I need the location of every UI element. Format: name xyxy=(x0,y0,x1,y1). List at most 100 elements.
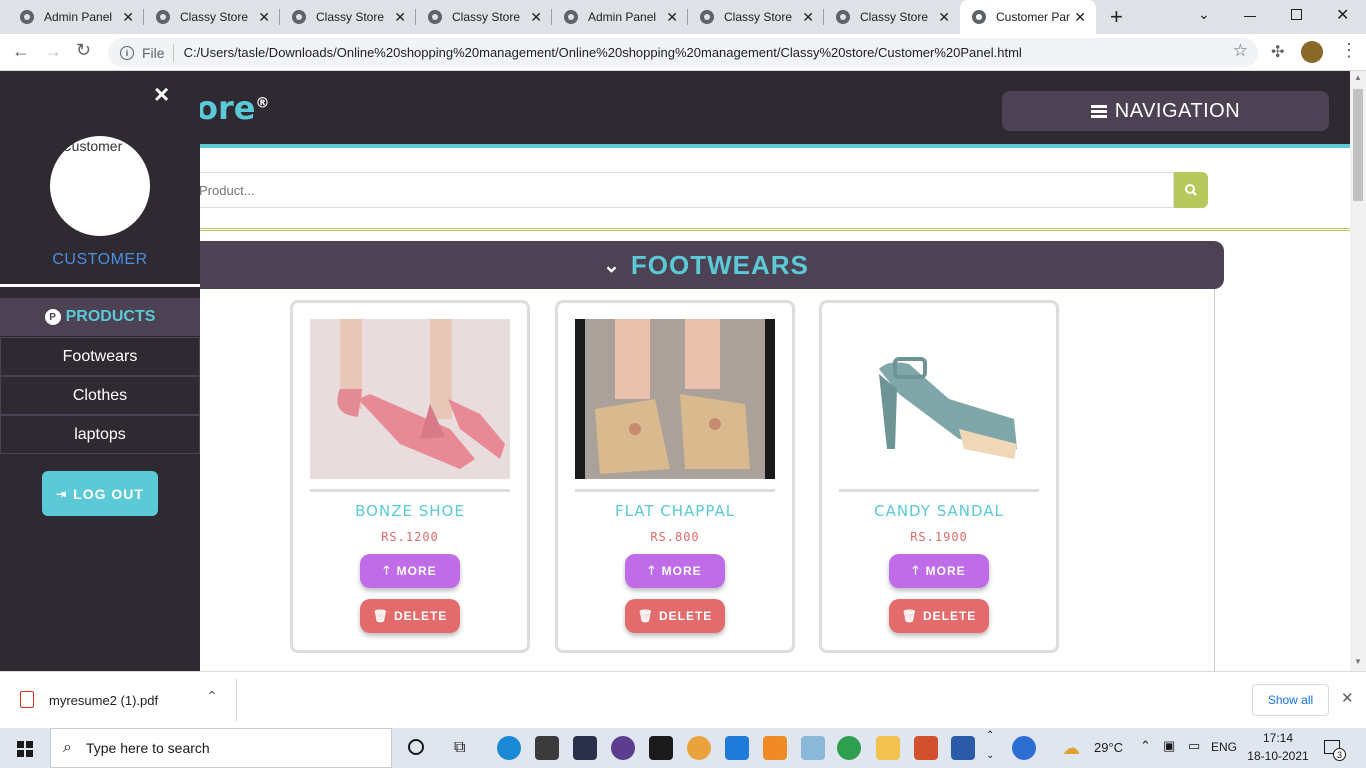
tab-title: Classy Store xyxy=(724,10,793,24)
browser-tab[interactable]: Classy Store ✕ xyxy=(824,0,960,34)
close-tab-icon[interactable]: ✕ xyxy=(122,9,134,26)
browser-tab[interactable]: Classy Store ✕ xyxy=(416,0,552,34)
bookmark-star-icon[interactable]: ☆ xyxy=(1233,41,1248,61)
globe-icon xyxy=(700,10,714,24)
task-view-icon[interactable]: ⧉ xyxy=(454,739,465,757)
forward-icon[interactable]: → xyxy=(44,41,62,62)
close-tab-icon[interactable]: ✕ xyxy=(530,9,542,26)
sidebar-item-footwears[interactable]: Footwears xyxy=(0,337,200,376)
delete-button[interactable]: 🗑 DELETE xyxy=(889,599,989,633)
search-button[interactable] xyxy=(1174,172,1208,208)
browser-tab[interactable]: Classy Store ✕ xyxy=(688,0,824,34)
tab-title: Classy Store xyxy=(180,10,249,24)
site-header: ore® NAVIGATION xyxy=(0,71,1350,148)
more-button[interactable]: 🡑 MORE xyxy=(625,554,725,588)
close-download-bar-icon[interactable]: ✕ xyxy=(1341,689,1354,707)
chrome-icon[interactable] xyxy=(837,736,861,760)
help-icon[interactable] xyxy=(1012,736,1036,760)
more-label: MORE xyxy=(925,564,966,578)
browser-tab[interactable]: Admin Panel ✕ xyxy=(8,0,144,34)
trash-icon: 🗑 xyxy=(901,609,918,623)
close-tab-icon[interactable]: ✕ xyxy=(258,9,270,26)
taskbar-scroll-down-icon[interactable]: ⌄ xyxy=(986,750,994,761)
close-tab-icon[interactable]: ✕ xyxy=(1074,9,1086,26)
tab-search-icon[interactable]: ⌄ xyxy=(1198,6,1210,23)
close-tab-icon[interactable]: ✕ xyxy=(394,9,406,26)
chevron-up-icon[interactable]: ⌃ xyxy=(206,688,218,705)
close-window-icon[interactable]: ✕ xyxy=(1336,5,1349,25)
scroll-down-icon[interactable]: ▼ xyxy=(1354,657,1362,666)
delete-label: DELETE xyxy=(393,609,448,623)
dropbox-icon[interactable] xyxy=(649,736,673,760)
weather-temp[interactable]: 29°C xyxy=(1094,740,1123,755)
sidebar-item-clothes[interactable]: Clothes xyxy=(0,376,200,415)
tab-title: Classy Store xyxy=(860,10,929,24)
product-card: CANDY SANDAL RS.1900 🡑 MORE 🗑 DELETE xyxy=(819,300,1059,653)
info-icon[interactable]: i xyxy=(120,45,134,60)
tab-title: Classy Store xyxy=(452,10,521,24)
product-image xyxy=(310,319,510,479)
file-explorer-icon[interactable] xyxy=(876,736,900,760)
taskbar-search-box[interactable]: ⌕ Type here to search xyxy=(50,728,392,768)
close-tab-icon[interactable]: ✕ xyxy=(666,9,678,26)
cortana-icon[interactable] xyxy=(408,739,424,755)
eclipse-icon[interactable] xyxy=(611,736,635,760)
camera-icon[interactable]: ▣ xyxy=(1163,738,1175,754)
profile-avatar[interactable] xyxy=(1301,41,1323,63)
browser-tab-active[interactable]: Customer Par ✕ xyxy=(960,0,1096,34)
divider xyxy=(1214,289,1215,671)
trash-icon: 🗑 xyxy=(637,609,654,623)
scroll-up-icon[interactable]: ▲ xyxy=(1354,73,1362,82)
delete-button[interactable]: 🗑 DELETE xyxy=(360,599,460,633)
browser-tab[interactable]: Admin Panel ✕ xyxy=(552,0,688,34)
broken-image-icon: ▫ xyxy=(58,143,62,154)
close-tab-icon[interactable]: ✕ xyxy=(802,9,814,26)
address-bar[interactable]: i File C:/Users/tasle/Downloads/Online%2… xyxy=(108,38,1258,67)
notes-icon[interactable] xyxy=(801,736,825,760)
windows-start-icon[interactable] xyxy=(17,741,33,757)
site-logo[interactable]: ore® xyxy=(196,89,269,127)
store-icon[interactable] xyxy=(535,736,559,760)
show-hidden-icons-icon[interactable]: ⌃ xyxy=(1140,738,1151,754)
powershell-icon[interactable] xyxy=(573,736,597,760)
browser-tab[interactable]: Classy Store ✕ xyxy=(144,0,280,34)
extensions-icon[interactable]: ✣ xyxy=(1271,42,1284,62)
vertical-scrollbar[interactable]: ▲ ▼ xyxy=(1350,71,1366,671)
more-button[interactable]: 🡑 MORE xyxy=(360,554,460,588)
new-tab-button[interactable]: + xyxy=(1110,4,1123,30)
browser-tab[interactable]: Classy Store ✕ xyxy=(280,0,416,34)
divider xyxy=(172,43,174,62)
xampp-icon[interactable] xyxy=(763,736,787,760)
products-heading[interactable]: P PRODUCTS xyxy=(0,298,200,336)
minimize-icon[interactable] xyxy=(1244,16,1256,17)
download-filename[interactable]: myresume2 (1).pdf xyxy=(49,693,158,708)
reload-icon[interactable]: ↻ xyxy=(76,40,91,61)
edge-icon[interactable] xyxy=(497,736,521,760)
scrollbar-thumb[interactable] xyxy=(1353,89,1363,201)
clock-date[interactable]: 18-10-2021 xyxy=(1246,749,1310,763)
product-search-input[interactable] xyxy=(188,172,1174,208)
sidebar-item-laptops[interactable]: laptops xyxy=(0,415,200,454)
more-button[interactable]: 🡑 MORE xyxy=(889,554,989,588)
back-icon[interactable]: ← xyxy=(12,41,30,62)
brave-icon[interactable] xyxy=(687,736,711,760)
logout-button[interactable]: ⇥ LOG OUT xyxy=(42,471,158,516)
logout-label: LOG OUT xyxy=(73,485,144,502)
powerpoint-icon[interactable] xyxy=(914,736,938,760)
show-all-button[interactable]: Show all xyxy=(1252,684,1329,716)
close-tab-icon[interactable]: ✕ xyxy=(938,9,950,26)
delete-button[interactable]: 🗑 DELETE xyxy=(625,599,725,633)
navigation-button[interactable]: NAVIGATION xyxy=(1002,91,1329,131)
display-icon[interactable]: ▭ xyxy=(1188,738,1200,754)
language-indicator[interactable]: ENG xyxy=(1211,740,1237,754)
search-icon: ⌕ xyxy=(63,739,72,756)
close-sidebar-icon[interactable]: × xyxy=(154,79,169,110)
taskbar-scroll-up-icon[interactable]: ⌃ xyxy=(986,730,994,741)
weather-icon[interactable]: ☁ xyxy=(1062,738,1080,759)
menu-icon[interactable]: ⋮ xyxy=(1340,40,1358,61)
restore-icon[interactable] xyxy=(1291,9,1302,20)
clock-time[interactable]: 17:14 xyxy=(1250,731,1306,745)
word-icon[interactable] xyxy=(951,736,975,760)
divider xyxy=(188,228,1350,231)
vscode-icon[interactable] xyxy=(725,736,749,760)
